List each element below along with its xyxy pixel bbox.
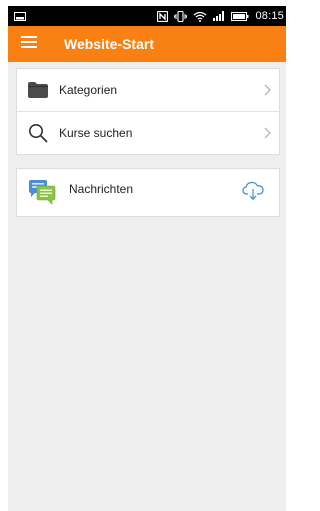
- messages-card: Nachrichten: [16, 168, 280, 217]
- cloud-download-icon[interactable]: [241, 180, 265, 202]
- vibrate-icon: [174, 10, 188, 22]
- nfc-icon: [157, 10, 169, 22]
- nav-item-label: Kategorien: [59, 83, 118, 97]
- chevron-right-icon: [264, 127, 271, 139]
- app-bar: Website-Start: [8, 26, 286, 62]
- app-screen: 08:15 Website-Start Kategorien Kurse suc…: [8, 6, 286, 511]
- signal-icon: [213, 11, 225, 21]
- battery-icon: [231, 11, 249, 21]
- hamburger-menu-icon: [21, 35, 37, 53]
- chat-bubbles-icon: [27, 178, 57, 208]
- nav-card: Kategorien Kurse suchen: [16, 68, 280, 155]
- status-time: 08:15: [255, 10, 284, 22]
- image-icon: [14, 11, 26, 21]
- nav-item-kategorien[interactable]: Kategorien: [17, 69, 279, 111]
- status-left-group: [14, 11, 26, 21]
- page-title: Website-Start: [64, 36, 154, 52]
- status-right-group: 08:15: [157, 10, 284, 22]
- folder-icon: [26, 78, 50, 102]
- menu-button[interactable]: [18, 33, 40, 55]
- nav-item-label: Kurse suchen: [59, 126, 133, 140]
- search-icon: [26, 121, 50, 145]
- nav-item-kurse-suchen[interactable]: Kurse suchen: [17, 111, 279, 154]
- messages-item[interactable]: Nachrichten: [17, 169, 279, 216]
- status-bar: 08:15: [8, 6, 286, 26]
- chevron-right-icon: [264, 84, 271, 96]
- messages-label: Nachrichten: [69, 181, 134, 196]
- wifi-icon: [193, 11, 207, 22]
